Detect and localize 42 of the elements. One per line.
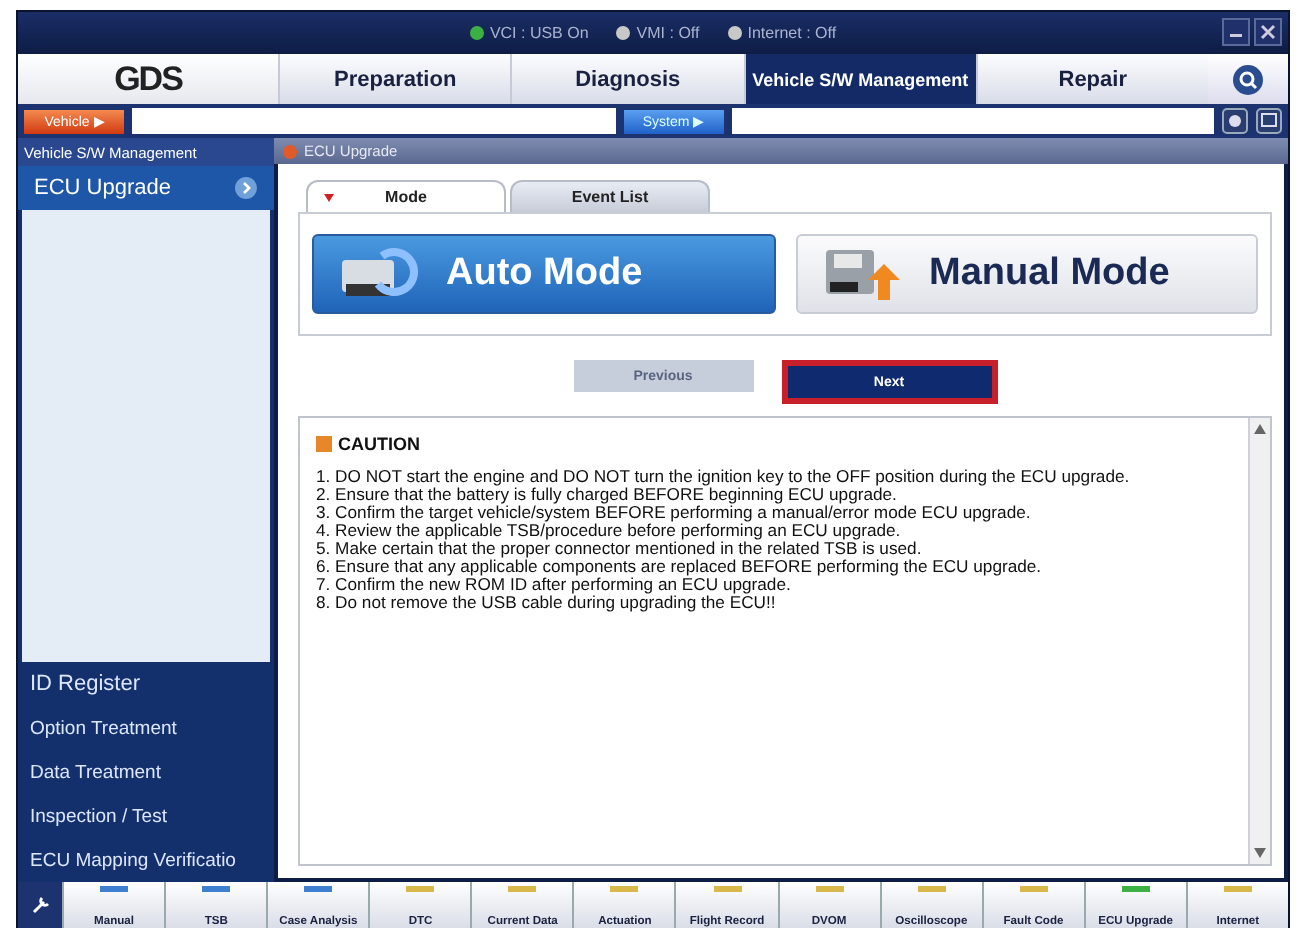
caution-text: 5. Make certain that the proper connector mentioned in the related TSB is used. — [316, 540, 924, 558]
caution-text: 2. Ensure that the battery is fully charged BEFORE beginning ECU upgrade. — [316, 486, 897, 504]
status-label: VCI : USB On — [489, 24, 589, 42]
scroll-up-icon[interactable] — [1254, 424, 1266, 434]
caution-text: 6. Ensure that any applicable components are replaced BEFORE performing the ECU upgrade. — [316, 558, 1044, 576]
bullet-icon — [282, 143, 298, 159]
close-icon — [1260, 24, 1276, 40]
wrench-icon — [30, 896, 50, 916]
nav-tab[interactable]: Vehicle S/W Management — [743, 54, 976, 104]
nav-tab[interactable]: Diagnosis — [510, 54, 743, 104]
vehicle-field[interactable] — [132, 108, 615, 134]
caution-text: 3. Confirm the target vehicle/system BEFORE performing a manual/error mode ECU upgrade. — [316, 504, 1033, 522]
caution-text: 4. Review the applicable TSB/procedure before performing an ECU upgrade. — [316, 522, 903, 540]
caution-text: 1. DO NOT start the engine and DO NOT turn the ignition key to the OFF position during the ECU upgrade. — [316, 468, 1132, 486]
caution-title: CAUTION — [338, 434, 420, 454]
sidebar-item[interactable]: Inspection / Test — [18, 794, 274, 838]
nav-tab[interactable]: Repair — [975, 54, 1208, 104]
search-icon[interactable] — [1232, 63, 1264, 95]
caution-text: 7. Confirm the new ROM ID after performing an ECU upgrade. — [316, 576, 793, 594]
nav-tab[interactable]: Preparation — [278, 54, 511, 104]
sidebar-item[interactable]: ECU Mapping Verificatio — [18, 838, 274, 882]
scroll-down-icon[interactable] — [1254, 848, 1266, 858]
marker-icon — [324, 194, 334, 202]
mode-button[interactable]: Manual Mode — [795, 234, 1258, 314]
logo: GDS — [18, 54, 278, 104]
caution-icon — [316, 436, 332, 452]
mode-button[interactable]: Auto Mode — [312, 234, 775, 314]
caution-text: 8. Do not remove the USB cable during upgrading the ECU!! — [316, 594, 776, 612]
scrollbar[interactable] — [1248, 418, 1270, 864]
sidebar-item[interactable]: ID Register — [18, 662, 274, 706]
tab[interactable]: Event List — [510, 180, 710, 212]
system-field[interactable] — [731, 108, 1214, 134]
screen-icon[interactable] — [1256, 108, 1282, 134]
sidebar-item[interactable]: Option Treatment — [18, 706, 274, 750]
ecu-upload-icon — [821, 244, 901, 304]
minimize-button[interactable] — [1222, 18, 1250, 46]
sidebar-item[interactable]: ECU Upgrade — [18, 166, 274, 210]
status-label: VMI : Off — [636, 24, 700, 42]
close-button[interactable] — [1254, 18, 1282, 46]
tab[interactable]: Mode — [306, 180, 506, 212]
status-label: Internet : Off — [747, 24, 837, 42]
sidebar-item[interactable]: Data Treatment — [18, 750, 274, 794]
